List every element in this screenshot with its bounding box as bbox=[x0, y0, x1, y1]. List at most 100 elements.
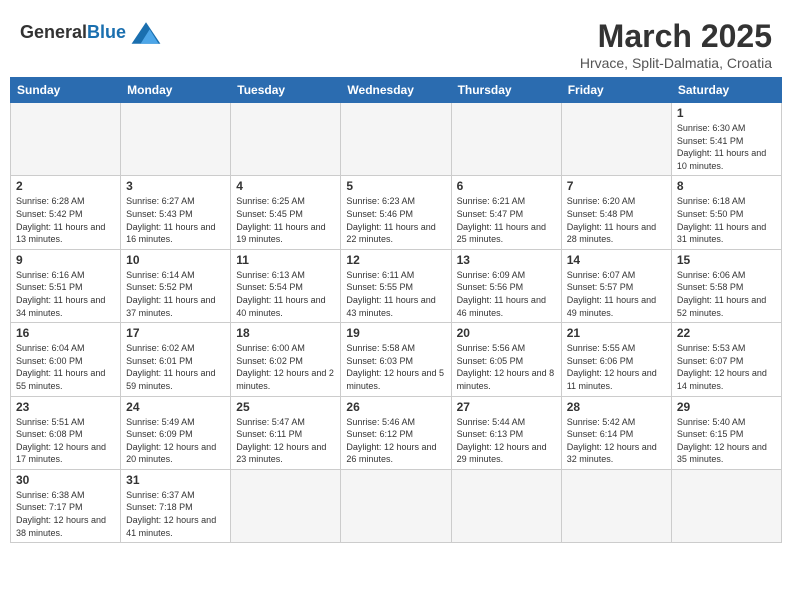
month-year: March 2025 bbox=[580, 18, 772, 55]
calendar-cell bbox=[671, 469, 781, 542]
calendar-cell: 3Sunrise: 6:27 AM Sunset: 5:43 PM Daylig… bbox=[121, 176, 231, 249]
day-number: 29 bbox=[677, 400, 776, 414]
day-number: 1 bbox=[677, 106, 776, 120]
day-info: Sunrise: 6:02 AM Sunset: 6:01 PM Dayligh… bbox=[126, 342, 225, 392]
day-info: Sunrise: 5:47 AM Sunset: 6:11 PM Dayligh… bbox=[236, 416, 335, 466]
day-info: Sunrise: 6:00 AM Sunset: 6:02 PM Dayligh… bbox=[236, 342, 335, 392]
day-info: Sunrise: 6:09 AM Sunset: 5:56 PM Dayligh… bbox=[457, 269, 556, 319]
day-number: 15 bbox=[677, 253, 776, 267]
day-info: Sunrise: 6:18 AM Sunset: 5:50 PM Dayligh… bbox=[677, 195, 776, 245]
day-info: Sunrise: 5:58 AM Sunset: 6:03 PM Dayligh… bbox=[346, 342, 445, 392]
day-info: Sunrise: 5:51 AM Sunset: 6:08 PM Dayligh… bbox=[16, 416, 115, 466]
col-header-tuesday: Tuesday bbox=[231, 78, 341, 103]
col-header-thursday: Thursday bbox=[451, 78, 561, 103]
day-info: Sunrise: 6:14 AM Sunset: 5:52 PM Dayligh… bbox=[126, 269, 225, 319]
calendar-cell bbox=[231, 103, 341, 176]
calendar-cell: 15Sunrise: 6:06 AM Sunset: 5:58 PM Dayli… bbox=[671, 249, 781, 322]
day-number: 18 bbox=[236, 326, 335, 340]
day-number: 13 bbox=[457, 253, 556, 267]
day-info: Sunrise: 5:56 AM Sunset: 6:05 PM Dayligh… bbox=[457, 342, 556, 392]
day-info: Sunrise: 6:16 AM Sunset: 5:51 PM Dayligh… bbox=[16, 269, 115, 319]
day-info: Sunrise: 5:44 AM Sunset: 6:13 PM Dayligh… bbox=[457, 416, 556, 466]
day-number: 10 bbox=[126, 253, 225, 267]
day-number: 11 bbox=[236, 253, 335, 267]
calendar-cell bbox=[11, 103, 121, 176]
day-info: Sunrise: 5:49 AM Sunset: 6:09 PM Dayligh… bbox=[126, 416, 225, 466]
day-info: Sunrise: 6:30 AM Sunset: 5:41 PM Dayligh… bbox=[677, 122, 776, 172]
calendar-cell bbox=[121, 103, 231, 176]
calendar-cell: 24 Sunrise: 5:49 AM Sunset: 6:09 PM Dayli… bbox=[121, 396, 231, 469]
calendar-cell: 17 Sunrise: 6:02 AM Sunset: 6:01 PM Dayli… bbox=[121, 323, 231, 396]
day-number: 9 bbox=[16, 253, 115, 267]
calendar-cell: 23Sunrise: 5:51 AM Sunset: 6:08 PM Dayli… bbox=[11, 396, 121, 469]
day-info: Sunrise: 6:21 AM Sunset: 5:47 PM Dayligh… bbox=[457, 195, 556, 245]
calendar-cell bbox=[451, 469, 561, 542]
day-info: Sunrise: 6:23 AM Sunset: 5:46 PM Dayligh… bbox=[346, 195, 445, 245]
day-number: 8 bbox=[677, 179, 776, 193]
calendar-cell: 31Sunrise: 6:37 AM Sunset: 7:18 PM Dayli… bbox=[121, 469, 231, 542]
day-info: Sunrise: 6:20 AM Sunset: 5:48 PM Dayligh… bbox=[567, 195, 666, 245]
day-number: 17 bbox=[126, 326, 225, 340]
calendar-cell bbox=[341, 103, 451, 176]
day-info: Sunrise: 6:25 AM Sunset: 5:45 PM Dayligh… bbox=[236, 195, 335, 245]
day-number: 27 bbox=[457, 400, 556, 414]
calendar-cell: 18 Sunrise: 6:00 AM Sunset: 6:02 PM Dayli… bbox=[231, 323, 341, 396]
col-header-wednesday: Wednesday bbox=[341, 78, 451, 103]
day-info: Sunrise: 5:53 AM Sunset: 6:07 PM Dayligh… bbox=[677, 342, 776, 392]
logo-general: General bbox=[20, 22, 87, 42]
day-number: 14 bbox=[567, 253, 666, 267]
day-number: 2 bbox=[16, 179, 115, 193]
day-number: 28 bbox=[567, 400, 666, 414]
day-info: Sunrise: 6:13 AM Sunset: 5:54 PM Dayligh… bbox=[236, 269, 335, 319]
logo: GeneralBlue bbox=[20, 18, 164, 48]
calendar-cell: 1 Sunrise: 6:30 AM Sunset: 5:41 PM Daylig… bbox=[671, 103, 781, 176]
calendar-cell bbox=[451, 103, 561, 176]
day-number: 19 bbox=[346, 326, 445, 340]
calendar-cell: 14Sunrise: 6:07 AM Sunset: 5:57 PM Dayli… bbox=[561, 249, 671, 322]
day-number: 24 bbox=[126, 400, 225, 414]
day-info: Sunrise: 5:42 AM Sunset: 6:14 PM Dayligh… bbox=[567, 416, 666, 466]
day-number: 26 bbox=[346, 400, 445, 414]
day-number: 3 bbox=[126, 179, 225, 193]
calendar-cell: 2 Sunrise: 6:28 AM Sunset: 5:42 PM Daylig… bbox=[11, 176, 121, 249]
calendar-cell: 6 Sunrise: 6:21 AM Sunset: 5:47 PM Daylig… bbox=[451, 176, 561, 249]
calendar-cell: 11 Sunrise: 6:13 AM Sunset: 5:54 PM Dayli… bbox=[231, 249, 341, 322]
calendar-cell: 27 Sunrise: 5:44 AM Sunset: 6:13 PM Dayli… bbox=[451, 396, 561, 469]
day-number: 30 bbox=[16, 473, 115, 487]
day-number: 20 bbox=[457, 326, 556, 340]
calendar-cell: 22 Sunrise: 5:53 AM Sunset: 6:07 PM Dayli… bbox=[671, 323, 781, 396]
calendar-cell: 20 Sunrise: 5:56 AM Sunset: 6:05 PM Dayli… bbox=[451, 323, 561, 396]
col-header-monday: Monday bbox=[121, 78, 231, 103]
calendar-cell: 30 Sunrise: 6:38 AM Sunset: 7:17 PM Dayli… bbox=[11, 469, 121, 542]
day-number: 31 bbox=[126, 473, 225, 487]
calendar-cell: 21 Sunrise: 5:55 AM Sunset: 6:06 PM Dayli… bbox=[561, 323, 671, 396]
day-number: 22 bbox=[677, 326, 776, 340]
day-number: 6 bbox=[457, 179, 556, 193]
day-info: Sunrise: 5:40 AM Sunset: 6:15 PM Dayligh… bbox=[677, 416, 776, 466]
day-number: 7 bbox=[567, 179, 666, 193]
day-number: 4 bbox=[236, 179, 335, 193]
calendar-cell: 25 Sunrise: 5:47 AM Sunset: 6:11 PM Dayli… bbox=[231, 396, 341, 469]
calendar-cell bbox=[341, 469, 451, 542]
page-header: GeneralBlue March 2025 Hrvace, Split-Dal… bbox=[10, 10, 782, 77]
col-header-sunday: Sunday bbox=[11, 78, 121, 103]
calendar-week-2: 9 Sunrise: 6:16 AM Sunset: 5:51 PM Daylig… bbox=[11, 249, 782, 322]
calendar-cell: 7 Sunrise: 6:20 AM Sunset: 5:48 PM Daylig… bbox=[561, 176, 671, 249]
calendar-cell: 28 Sunrise: 5:42 AM Sunset: 6:14 PM Dayli… bbox=[561, 396, 671, 469]
day-number: 16 bbox=[16, 326, 115, 340]
calendar-cell: 16Sunrise: 6:04 AM Sunset: 6:00 PM Dayli… bbox=[11, 323, 121, 396]
day-info: Sunrise: 5:55 AM Sunset: 6:06 PM Dayligh… bbox=[567, 342, 666, 392]
calendar-cell: 10 Sunrise: 6:14 AM Sunset: 5:52 PM Dayli… bbox=[121, 249, 231, 322]
day-number: 5 bbox=[346, 179, 445, 193]
day-number: 25 bbox=[236, 400, 335, 414]
day-info: Sunrise: 6:38 AM Sunset: 7:17 PM Dayligh… bbox=[16, 489, 115, 539]
location: Hrvace, Split-Dalmatia, Croatia bbox=[580, 55, 772, 71]
calendar-cell: 29 Sunrise: 5:40 AM Sunset: 6:15 PM Dayli… bbox=[671, 396, 781, 469]
day-info: Sunrise: 5:46 AM Sunset: 6:12 PM Dayligh… bbox=[346, 416, 445, 466]
day-number: 21 bbox=[567, 326, 666, 340]
col-header-saturday: Saturday bbox=[671, 78, 781, 103]
calendar-cell bbox=[231, 469, 341, 542]
title-block: March 2025 Hrvace, Split-Dalmatia, Croat… bbox=[580, 18, 772, 71]
calendar-cell: 26 Sunrise: 5:46 AM Sunset: 6:12 PM Dayli… bbox=[341, 396, 451, 469]
day-info: Sunrise: 6:28 AM Sunset: 5:42 PM Dayligh… bbox=[16, 195, 115, 245]
